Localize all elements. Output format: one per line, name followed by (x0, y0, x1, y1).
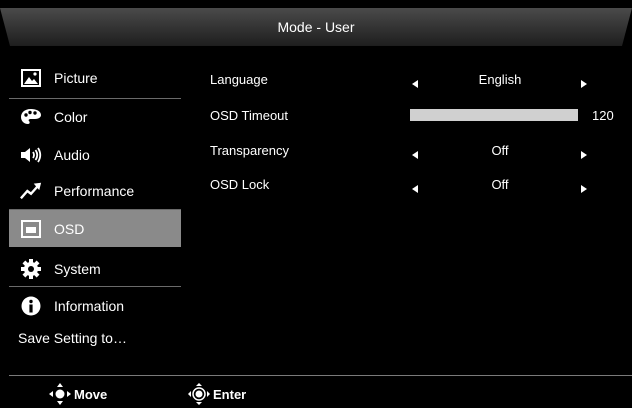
footer-divider (9, 375, 632, 376)
menu-label: Audio (54, 146, 90, 163)
move-hint: Move (48, 382, 107, 406)
osd-timeout-slider[interactable] (410, 109, 578, 121)
menu-label: System (54, 260, 101, 277)
title-bar: Mode - User (0, 8, 632, 46)
save-setting-item[interactable]: Save Setting to… (18, 330, 127, 346)
setting-value: Off (491, 177, 509, 192)
slider-value: 120 (592, 108, 614, 123)
move-label: Move (74, 386, 108, 402)
gear-icon (20, 258, 42, 280)
menu-label: Information (54, 297, 125, 314)
setting-label: Language (210, 72, 268, 87)
speaker-icon (20, 144, 42, 166)
menu-item-information[interactable]: Information (9, 287, 181, 324)
info-icon (20, 295, 42, 317)
enter-hint: Enter (187, 382, 246, 406)
setting-value: English (478, 72, 522, 87)
page-title: Mode - User (277, 19, 355, 35)
menu-item-system[interactable]: System (9, 250, 181, 287)
menu-item-osd[interactable]: OSD (9, 210, 181, 247)
arrow-left-icon[interactable] (412, 76, 418, 91)
arrow-right-icon[interactable] (581, 147, 587, 162)
setting-value: Off (491, 143, 509, 158)
joystick-move-icon (48, 382, 72, 406)
joystick-press-icon (187, 382, 211, 406)
setting-row-language[interactable]: Language English (210, 69, 610, 91)
picture-icon (20, 67, 42, 89)
menu-item-picture[interactable]: Picture (9, 59, 181, 96)
palette-icon (20, 106, 42, 128)
setting-label: OSD Lock (210, 177, 270, 192)
trend-arrow-icon (20, 180, 42, 202)
menu-label: OSD (54, 220, 85, 237)
setting-row-osd-lock[interactable]: OSD Lock Off (210, 174, 610, 196)
menu-item-performance[interactable]: Performance (9, 172, 181, 209)
menu-label: Picture (54, 69, 98, 86)
menu-item-color[interactable]: Color (9, 98, 181, 135)
menu-label: Performance (54, 182, 135, 199)
setting-label: OSD Timeout (210, 108, 289, 123)
arrow-right-icon[interactable] (581, 76, 587, 91)
enter-label: Enter (213, 386, 247, 402)
setting-label: Transparency (210, 143, 289, 158)
menu-label: Color (54, 108, 88, 125)
setting-row-transparency[interactable]: Transparency Off (210, 140, 610, 162)
osd-icon (20, 218, 42, 240)
arrow-left-icon[interactable] (412, 181, 418, 196)
arrow-right-icon[interactable] (581, 181, 587, 196)
arrow-left-icon[interactable] (412, 147, 418, 162)
menu-item-audio[interactable]: Audio (9, 136, 181, 173)
setting-row-osd-timeout[interactable]: OSD Timeout 120 (210, 105, 614, 127)
